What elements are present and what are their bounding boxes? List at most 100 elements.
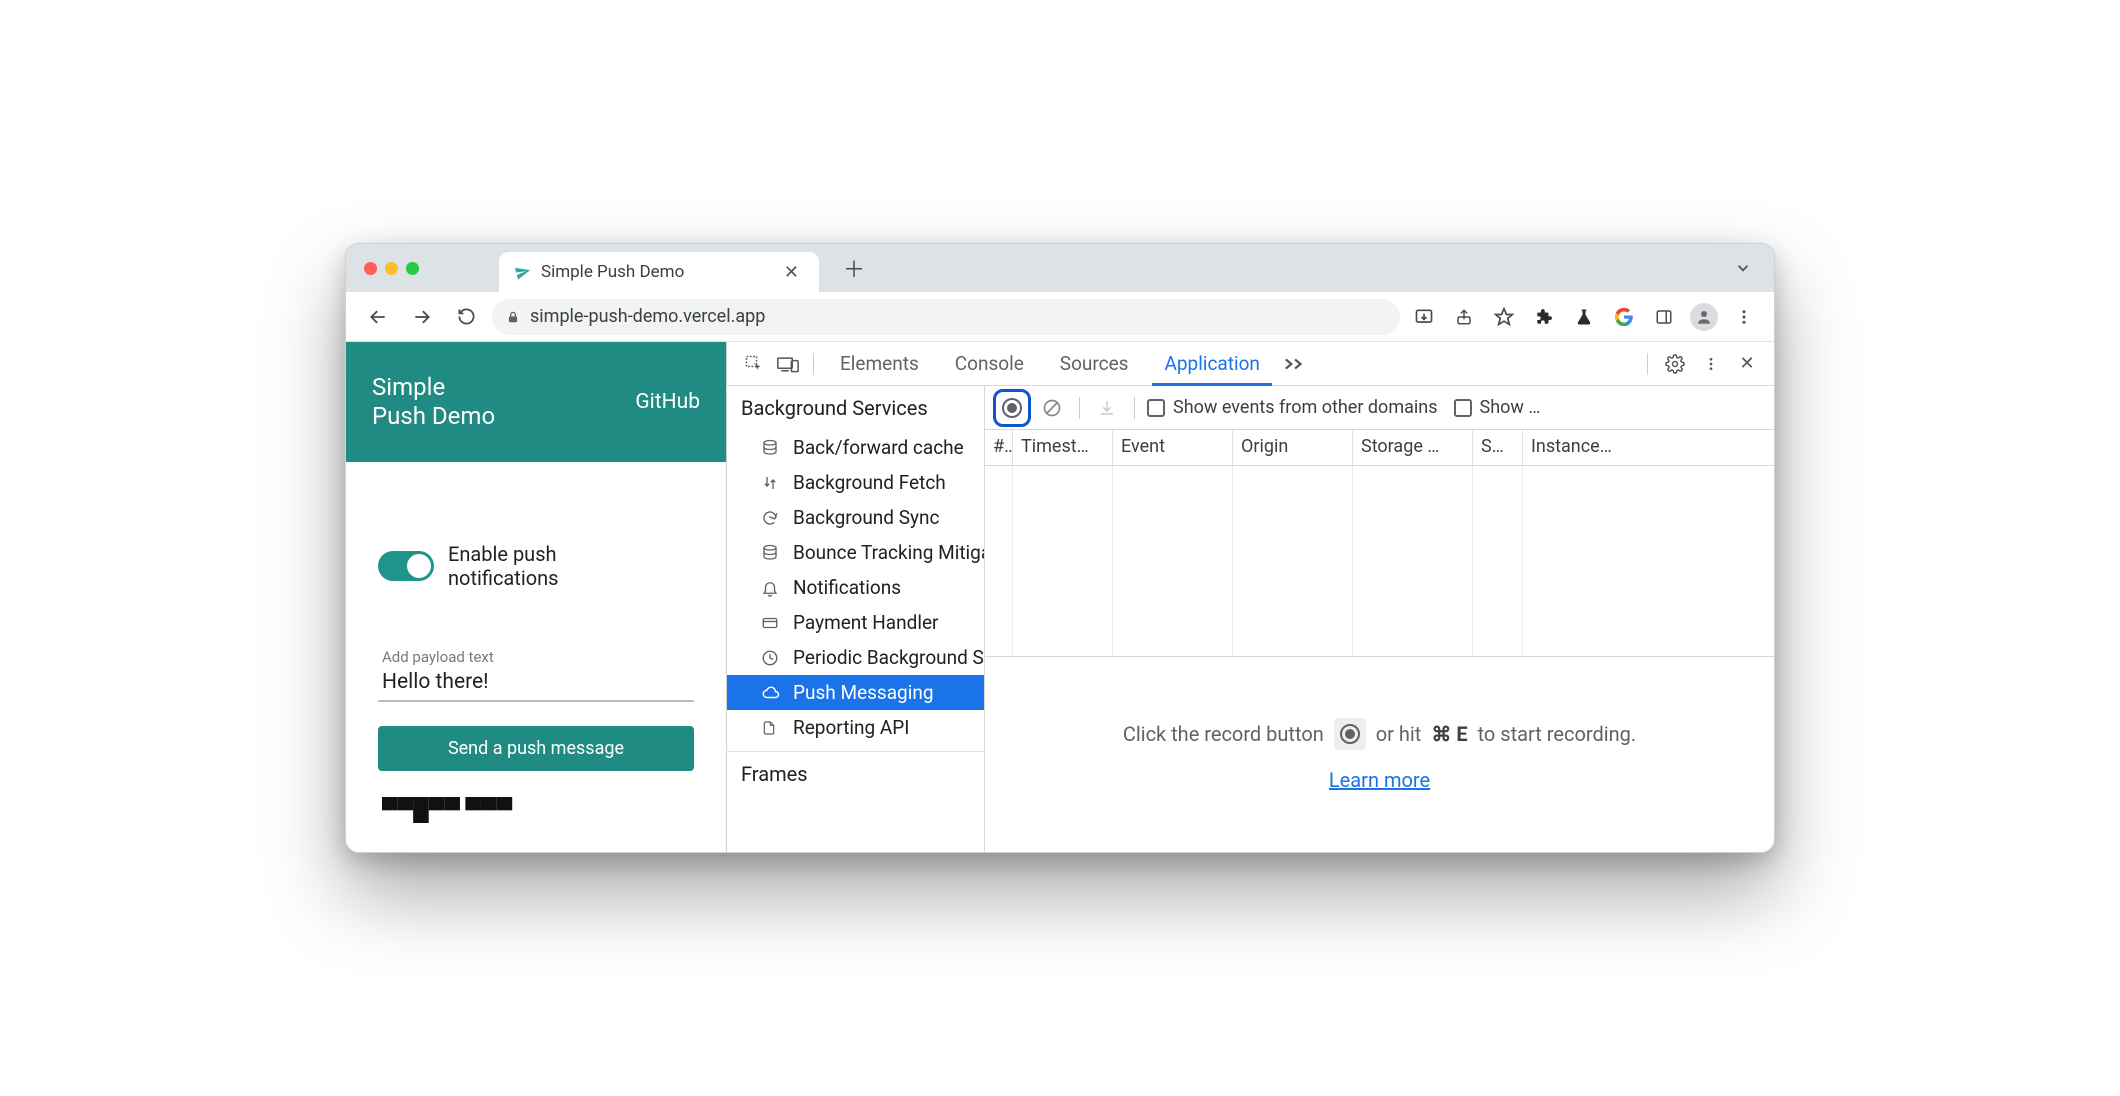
empty-state-text: Click the record button or hit ⌘ E to st…	[1123, 718, 1636, 750]
bookmark-star-icon[interactable]	[1488, 301, 1520, 333]
col-instance[interactable]: Instance…	[1523, 430, 1774, 465]
payload-field[interactable]: Add payload text Hello there!	[378, 640, 694, 702]
sidebar-item-background-sync[interactable]: Background Sync	[727, 500, 984, 535]
fetch-arrows-icon	[761, 474, 783, 492]
cloud-icon	[761, 684, 783, 702]
empty-state: Click the record button or hit ⌘ E to st…	[985, 656, 1774, 852]
bg-services-header: Background Services	[727, 386, 984, 430]
content-area: Simple Push Demo GitHub Enable push noti…	[346, 342, 1774, 852]
inspect-icon[interactable]	[737, 347, 771, 381]
lock-icon	[506, 310, 520, 324]
browser-window: Simple Push Demo ✕ ＋ simple-push-demo.ve…	[345, 243, 1775, 853]
reload-button[interactable]	[448, 299, 484, 335]
url-text: simple-push-demo.vercel.app	[530, 306, 765, 327]
clear-button[interactable]	[1037, 393, 1067, 423]
col-event[interactable]: Event	[1113, 430, 1233, 465]
record-icon-chip	[1334, 718, 1366, 750]
kebab-menu-icon[interactable]	[1728, 301, 1760, 333]
tab-console[interactable]: Console	[937, 342, 1042, 385]
app-title-line2: Push Demo	[372, 402, 495, 431]
tab-elements[interactable]: Elements	[822, 342, 937, 385]
sync-icon	[761, 509, 783, 527]
install-app-icon[interactable]	[1408, 301, 1440, 333]
tab-title: Simple Push Demo	[541, 262, 684, 282]
back-button[interactable]	[360, 299, 396, 335]
show-truncated-checkbox[interactable]: Show …	[1454, 397, 1541, 418]
side-panel-icon[interactable]	[1648, 301, 1680, 333]
col-origin[interactable]: Origin	[1233, 430, 1353, 465]
paper-plane-icon	[513, 262, 533, 282]
checkbox-icon	[1454, 399, 1472, 417]
minimize-window-button[interactable]	[385, 262, 398, 275]
col-timestamp[interactable]: Timest…	[1013, 430, 1113, 465]
col-index[interactable]: #	[985, 430, 1013, 465]
col-storage[interactable]: Storage …	[1353, 430, 1473, 465]
devtools-kebab-icon[interactable]	[1694, 347, 1728, 381]
devtools-tabbar: Elements Console Sources Application ✕	[727, 342, 1774, 386]
checkbox-icon	[1147, 399, 1165, 417]
truncated-heading: ▀▀█▀▀ ▀▀▀	[378, 797, 694, 823]
card-icon	[761, 614, 783, 632]
forward-button[interactable]	[404, 299, 440, 335]
events-table-body	[985, 466, 1774, 656]
payload-value: Hello there!	[382, 670, 690, 694]
sidebar-item-background-fetch[interactable]: Background Fetch	[727, 465, 984, 500]
col-s[interactable]: S…	[1473, 430, 1523, 465]
toggle-row: Enable push notifications	[378, 542, 694, 590]
page-viewport: Simple Push Demo GitHub Enable push noti…	[346, 342, 726, 852]
clock-icon	[761, 649, 783, 667]
record-highlight	[993, 389, 1031, 427]
address-bar[interactable]: simple-push-demo.vercel.app	[492, 299, 1400, 335]
pane-toolbar: Show events from other domains Show …	[985, 386, 1774, 430]
sidebar-item-periodic-bg-sync[interactable]: Periodic Background Sync	[727, 640, 984, 675]
events-table-header: # Timest… Event Origin Storage … S… Inst…	[985, 430, 1774, 466]
app-title: Simple Push Demo	[372, 373, 495, 431]
new-tab-button[interactable]: ＋	[829, 252, 879, 284]
sidebar-item-payment-handler[interactable]: Payment Handler	[727, 605, 984, 640]
record-button[interactable]	[998, 394, 1026, 422]
close-tab-icon[interactable]: ✕	[780, 262, 803, 283]
devtools: Elements Console Sources Application ✕	[726, 342, 1774, 852]
database-icon	[761, 544, 783, 562]
more-tabs-icon[interactable]	[1278, 347, 1312, 381]
browser-toolbar: simple-push-demo.vercel.app	[346, 292, 1774, 342]
learn-more-link[interactable]: Learn more	[1329, 768, 1430, 792]
browser-tab[interactable]: Simple Push Demo ✕	[499, 252, 819, 292]
share-icon[interactable]	[1448, 301, 1480, 333]
frames-header: Frames	[727, 751, 984, 796]
sidebar-item-bounce-tracking[interactable]: Bounce Tracking Mitigations	[727, 535, 984, 570]
shortcut-label: ⌘ E	[1431, 722, 1467, 746]
sidebar-item-back-forward-cache[interactable]: Back/forward cache	[727, 430, 984, 465]
sidebar-item-push-messaging[interactable]: Push Messaging	[727, 675, 984, 710]
settings-gear-icon[interactable]	[1658, 347, 1692, 381]
google-icon[interactable]	[1608, 301, 1640, 333]
fullscreen-window-button[interactable]	[406, 262, 419, 275]
tab-strip: Simple Push Demo ✕ ＋	[346, 244, 1774, 292]
bell-icon	[761, 579, 783, 597]
sidebar-item-reporting-api[interactable]: Reporting API	[727, 710, 984, 745]
payload-placeholder: Add payload text	[382, 648, 690, 666]
extensions-icon[interactable]	[1528, 301, 1560, 333]
show-other-domains-checkbox[interactable]: Show events from other domains	[1147, 397, 1438, 418]
labs-flask-icon[interactable]	[1568, 301, 1600, 333]
tab-list-button[interactable]	[1724, 259, 1762, 277]
database-icon	[761, 439, 783, 457]
push-toggle[interactable]	[378, 551, 434, 581]
github-link[interactable]: GitHub	[635, 390, 700, 414]
window-controls	[364, 262, 419, 275]
app-body: Enable push notifications Add payload te…	[346, 462, 726, 843]
avatar-icon	[1690, 303, 1718, 331]
tab-application[interactable]: Application	[1146, 342, 1277, 385]
devtools-close-icon[interactable]: ✕	[1730, 347, 1764, 381]
devtools-main: Background Services Back/forward cache B…	[727, 386, 1774, 852]
download-button[interactable]	[1092, 393, 1122, 423]
device-toolbar-icon[interactable]	[771, 347, 805, 381]
close-window-button[interactable]	[364, 262, 377, 275]
app-title-line1: Simple	[372, 373, 495, 402]
sidebar-item-notifications[interactable]: Notifications	[727, 570, 984, 605]
push-messaging-pane: Show events from other domains Show … # …	[985, 386, 1774, 852]
profile-button[interactable]	[1688, 301, 1720, 333]
send-push-button[interactable]: Send a push message	[378, 726, 694, 771]
toggle-label: Enable push notifications	[448, 542, 558, 590]
tab-sources[interactable]: Sources	[1042, 342, 1147, 385]
